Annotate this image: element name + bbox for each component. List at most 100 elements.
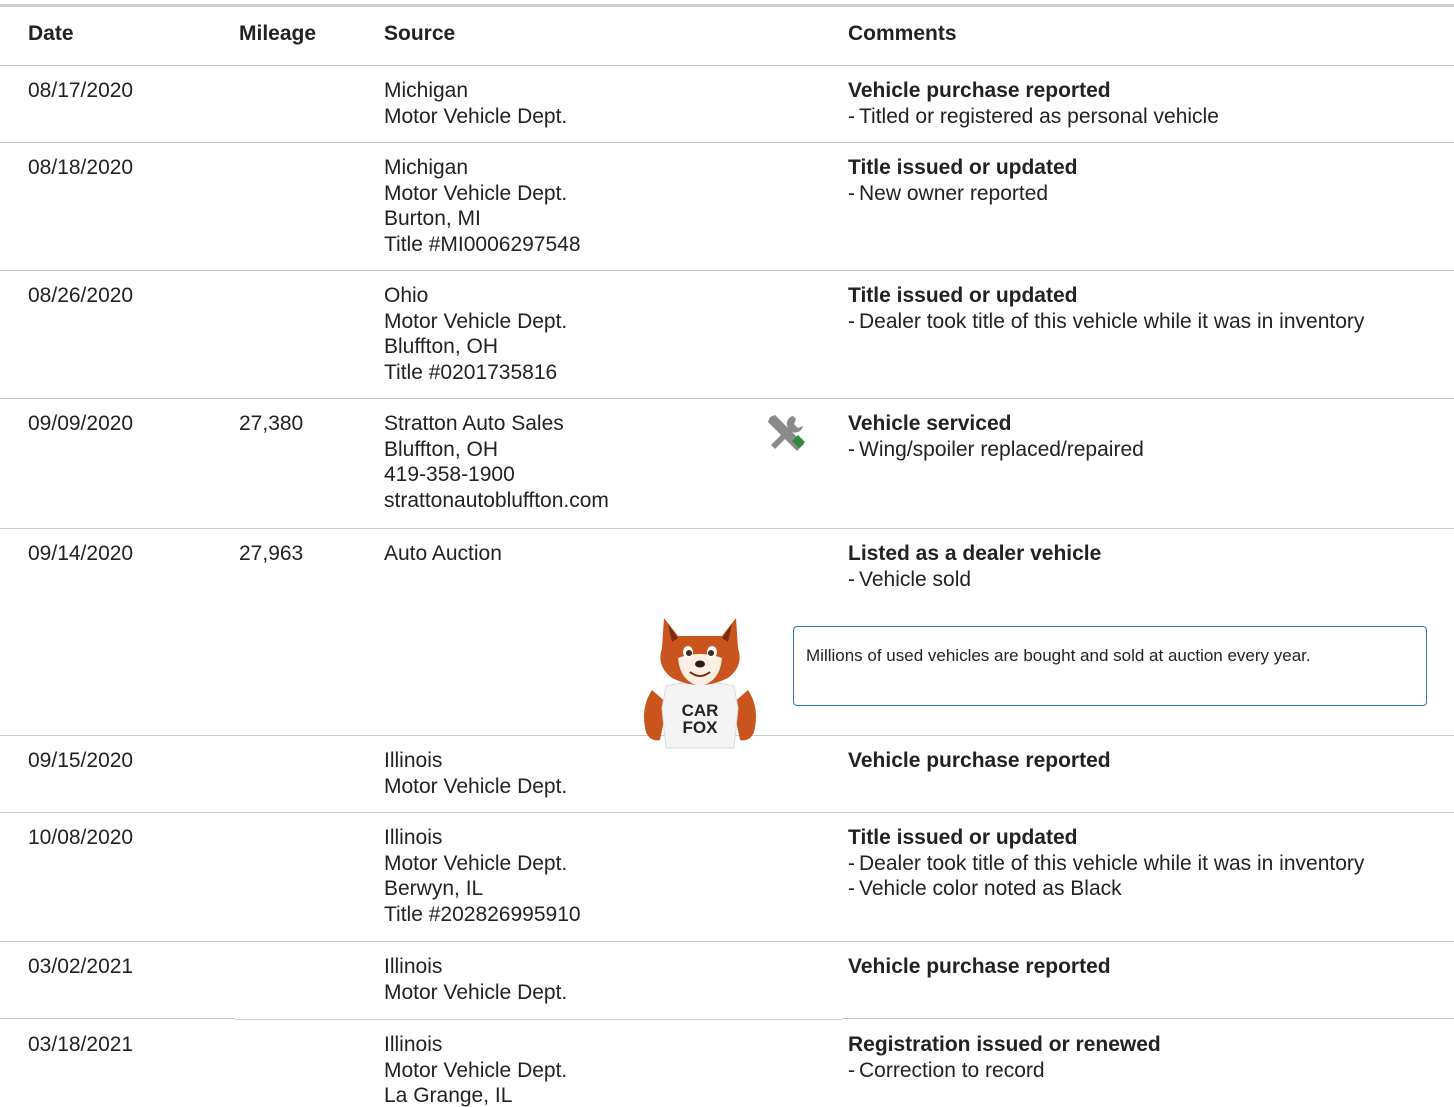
row-comments: Title issued or updated - Dealer took tit… [848,825,1364,902]
source-line: Michigan [384,79,469,102]
service-tools-icon [768,415,805,451]
dash: - [848,1058,855,1082]
row-mileage: 27,963 [239,542,304,565]
source-line: Motor Vehicle Dept. [384,980,568,1004]
row-divider-left [0,1018,234,1019]
comment-item: - Vehicle color noted as Black [848,876,1364,902]
comment-item-text: Vehicle color noted as Black [859,877,1122,900]
header-source: Source [384,22,456,45]
comment-title: Listed as a dealer vehicle [848,542,1102,565]
fox-nose [695,660,705,668]
comment-title: Vehicle purchase reported [848,955,1111,978]
history-table: Date Mileage Source Comments 08/17/2020 … [0,7,1454,1107]
row-comments: Title issued or updated - New owner repor… [848,155,1077,206]
source-line: Illinois [384,1033,443,1056]
source-line: Burton, MI [384,207,481,230]
row-comments: Registration issued or renewed - Correcti… [848,1032,1161,1083]
row-date: 03/18/2021 [28,1033,134,1056]
header-comments: Comments [848,22,957,45]
shirt-text-line-2: FOX [683,718,719,737]
source-line: Motor Vehicle Dept. [384,774,568,798]
row-date: 08/26/2020 [28,284,134,307]
row-comments: Vehicle purchase reported [848,748,1111,774]
row-date: 08/17/2020 [28,79,134,102]
row-source: Illinois Motor Vehicle Dept. [384,748,567,799]
row-comments: Title issued or updated - Dealer took tit… [848,283,1364,334]
dash: - [848,437,855,461]
row-date: 09/09/2020 [28,412,134,435]
row-divider-right [842,1018,1454,1019]
comment-item-text: Correction to record [859,1058,1045,1082]
fox-icon: CAR FOX [644,618,756,749]
row-source: Michigan Motor Vehicle Dept. [384,78,567,129]
row-source: Ohio Motor Vehicle Dept. Bluffton, OH Ti… [384,283,567,385]
row-comments: Listed as a dealer vehicle - Vehicle sold [848,541,1101,592]
table-row: 09/09/2020 27,380 Stratton Auto Sales Bl… [0,399,1454,529]
row-source: Michigan Motor Vehicle Dept. Burton, MI … [384,155,581,257]
comment-item-text: Wing/spoiler replaced/repaired [859,437,1144,461]
source-line: Motor Vehicle Dept. [384,181,568,205]
comment-title: Title issued or updated [848,284,1078,307]
source-line: Title #0201735816 [384,360,558,384]
source-line: Illinois [384,955,443,978]
header-mileage: Mileage [239,22,317,45]
row-source: Illinois Motor Vehicle Dept. [384,954,567,1005]
source-line: Ohio [384,284,429,307]
row-source: Stratton Auto Sales Bluffton, OH 419-358… [384,411,609,513]
comment-title: Vehicle purchase reported [848,749,1111,772]
dash: - [848,181,855,205]
comment-item-text: Titled or registered as personal vehicle [859,104,1219,128]
comment-item-text: Vehicle sold [859,567,972,591]
source-line: 419-358-1900 [384,463,515,486]
row-comments: Vehicle purchase reported - Titled or reg… [848,78,1219,129]
source-line: Title #202826995910 [384,902,581,926]
row-source: Illinois Motor Vehicle Dept. Berwyn, IL … [384,825,581,927]
source-line: Illinois [384,749,443,772]
row-date: 10/08/2020 [28,826,134,849]
table-row: 08/17/2020 Michigan Motor Vehicle Dept. … [0,66,1454,143]
source-line: Stratton Auto Sales [384,412,564,435]
row-date: 03/02/2021 [28,955,134,978]
source-line: strattonautobluffton.com [384,488,609,512]
dash: - [848,309,855,333]
source-line: Bluffton, OH [384,335,499,358]
comment-item: - Vehicle sold [848,567,1101,593]
row-comments: Vehicle purchase reported [848,954,1111,980]
row-date: 09/15/2020 [28,749,134,772]
dash: - [848,851,855,875]
header-date: Date [28,22,74,45]
table-header: Date Mileage Source Comments [0,7,1454,66]
dash: - [848,877,855,900]
fox-pupil-right [708,650,714,656]
source-line: Motor Vehicle Dept. [384,851,568,875]
source-line: Berwyn, IL [384,877,484,900]
comment-item: - Dealer took title of this vehicle while… [848,309,1364,335]
carfox-mascot: CAR FOX [638,608,762,754]
source-line: Illinois [384,826,443,849]
table-row: 08/18/2020 Michigan Motor Vehicle Dept. … [0,143,1454,271]
fox-pupil-left [686,650,692,656]
source-line: Auto Auction [384,542,502,565]
comment-title: Vehicle serviced [848,412,1012,435]
source-line: Motor Vehicle Dept. [384,309,568,333]
source-line: Michigan [384,156,469,179]
comment-item: - Dealer took title of this vehicle while… [848,851,1364,877]
comment-title: Title issued or updated [848,156,1078,179]
source-line: Motor Vehicle Dept. [384,1058,568,1082]
table-row: 03/18/2021 Illinois Motor Vehicle Dept. … [0,1020,1454,1107]
comment-item-text: New owner reported [859,181,1049,205]
comment-title: Title issued or updated [848,826,1078,849]
row-date: 08/18/2020 [28,156,134,179]
tip-text: Millions of used vehicles are bought and… [806,646,1311,665]
comment-item-text: Dealer took title of this vehicle while … [859,851,1365,875]
carfox-tip-box: Millions of used vehicles are bought and… [793,626,1427,706]
comment-item: - New owner reported [848,181,1077,207]
table-row: 10/08/2020 Illinois Motor Vehicle Dept. … [0,813,1454,942]
source-line: Motor Vehicle Dept. [384,104,568,128]
table-row: 03/02/2021 Illinois Motor Vehicle Dept. … [0,942,1454,1020]
source-line: Title #MI0006297548 [384,232,581,256]
comment-item: - Wing/spoiler replaced/repaired [848,437,1144,463]
row-mileage: 27,380 [239,412,304,435]
comment-title: Registration issued or renewed [848,1033,1161,1056]
row-source: Auto Auction [384,541,502,567]
